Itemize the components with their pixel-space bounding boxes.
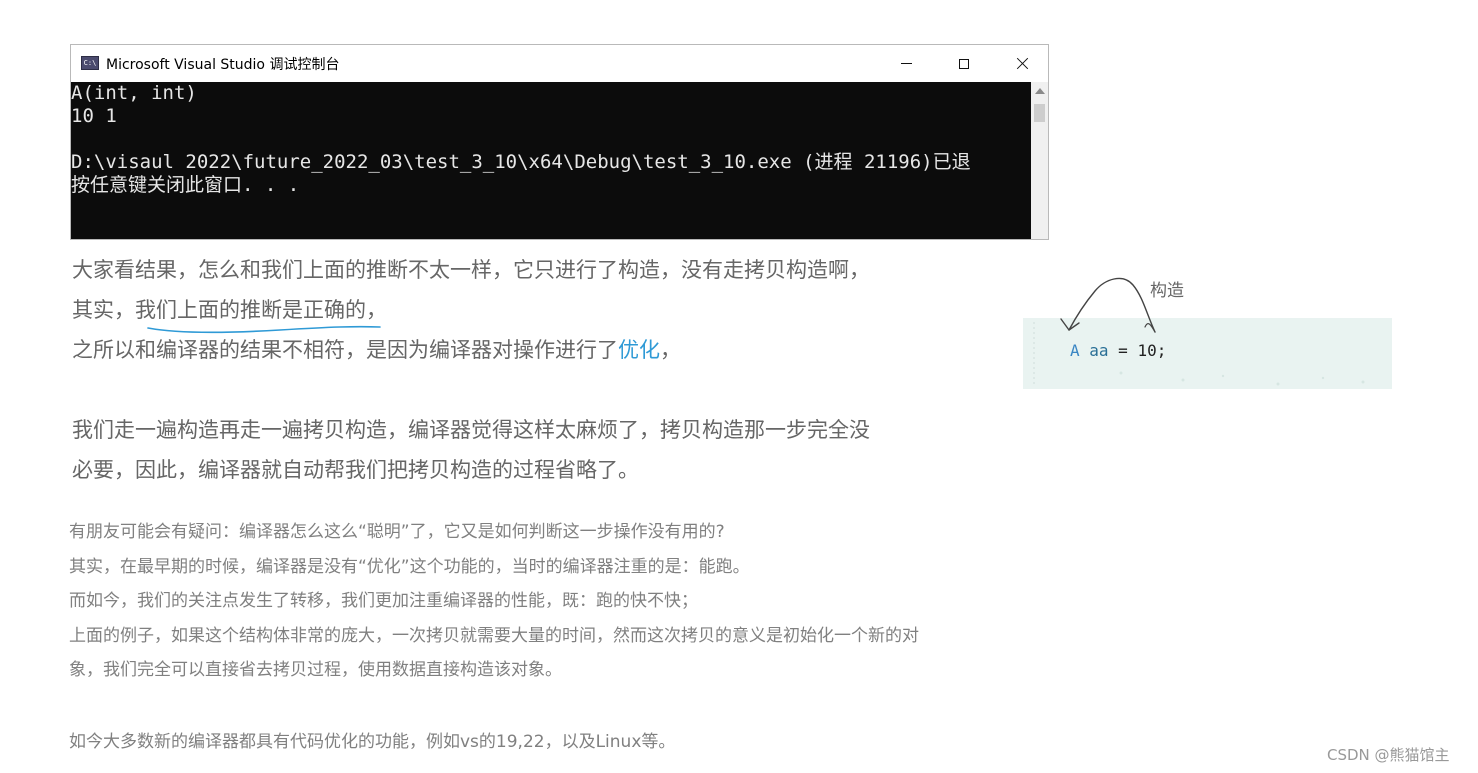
text-line: 必要，因此，编译器就自动帮我们把拷贝构造的过程省略了。: [72, 458, 639, 482]
highlight-optimization: 优化: [618, 338, 660, 362]
window-title: Microsoft Visual Studio 调试控制台: [106, 57, 340, 73]
handwritten-arrow-icon: [1060, 277, 1156, 333]
code-type-token: A: [1070, 341, 1080, 360]
close-button[interactable]: [993, 45, 1051, 82]
scroll-up-arrow-icon[interactable]: [1035, 88, 1045, 94]
console-scrollbar[interactable]: [1031, 82, 1048, 239]
close-icon: [1016, 57, 1029, 70]
text-line: 有朋友可能会有疑问：编译器怎么这么“聪明”了，它又是如何判断这一步操作没有用的?: [69, 522, 725, 542]
annotation-label: 构造: [1150, 281, 1184, 301]
text-line: 我们走一遍构造再走一遍拷贝构造，编译器觉得这样太麻烦了，拷贝构造那一步完全没: [72, 418, 870, 442]
text-line: 象，我们完全可以直接省去拷贝过程，使用数据直接构造该对象。: [69, 660, 562, 680]
maximize-icon: [959, 58, 969, 69]
console-line: D:\visaul 2022\future_2022_03\test_3_10\…: [71, 151, 971, 173]
page: C:\ Microsoft Visual Studio 调试控制台 A(int,…: [0, 0, 1478, 773]
paragraph-compilers-note: 如今大多数新的编译器都具有代码优化的功能，例如vs的19,22，以及Linux等…: [69, 732, 676, 752]
handwritten-underline: [147, 325, 381, 334]
console-output[interactable]: A(int, int) 10 1 D:\visaul 2022\future_2…: [71, 82, 1031, 239]
console-line: 按任意键关闭此窗口. . .: [71, 174, 300, 196]
paragraph-result-explanation: 大家看结果，怎么和我们上面的推断不太一样，它只进行了构造，没有走拷贝构造啊， 其…: [72, 250, 870, 370]
text-segment: ，: [660, 338, 681, 362]
text-line: 而如今，我们的关注点发生了转移，我们更加注重编译器的性能，既：跑的快不快；: [69, 591, 698, 611]
text-line: 其实，在最早期的时候，编译器是没有“优化”这个功能的，当时的编译器注重的是：能跑…: [69, 556, 750, 577]
maximize-button[interactable]: [935, 45, 993, 82]
text-line: 上面的例子，如果这个结构体非常的庞大，一次拷贝就需要大量的时间，然而这次拷贝的意…: [69, 625, 919, 646]
paragraph-optimization-explanation: 我们走一遍构造再走一遍拷贝构造，编译器觉得这样太麻烦了，拷贝构造那一步完全没 必…: [72, 410, 870, 490]
paragraph-faq: 有朋友可能会有疑问：编译器怎么这么“聪明”了，它又是如何判断这一步操作没有用的?…: [69, 515, 919, 688]
console-line: 10 1: [71, 105, 117, 127]
code-line: A aa = 10;: [1070, 341, 1166, 360]
scroll-thumb[interactable]: [1034, 104, 1045, 122]
watermark: CSDN @熊猫馆主: [1327, 746, 1450, 764]
code-identifier-token: aa: [1089, 341, 1109, 360]
text-line: 大家看结果，怎么和我们上面的推断不太一样，它只进行了构造，没有走拷贝构造啊，: [72, 258, 870, 282]
minimize-button[interactable]: [877, 45, 935, 82]
console-line: A(int, int): [71, 82, 197, 104]
minimize-icon: [900, 63, 912, 64]
code-rest-token: = 10;: [1108, 341, 1167, 360]
text-segment: 之所以和编译器的结果不相符，是因为编译器对操作进行了: [72, 338, 618, 362]
console-app-icon: C:\: [81, 56, 99, 70]
console-titlebar[interactable]: C:\ Microsoft Visual Studio 调试控制台: [71, 45, 1048, 82]
console-window: C:\ Microsoft Visual Studio 调试控制台 A(int,…: [70, 44, 1049, 240]
